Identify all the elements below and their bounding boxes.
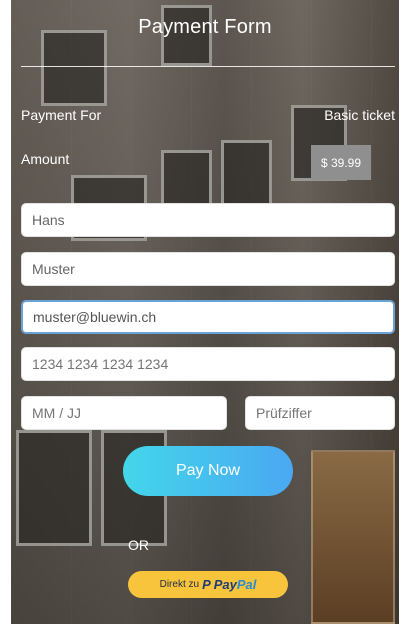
last-name-input[interactable] <box>21 252 395 286</box>
payment-form-panel: Payment Form Payment For Basic ticket Am… <box>11 0 399 624</box>
payment-for-value: Basic ticket <box>324 107 395 123</box>
background-window <box>41 30 107 106</box>
expiry-input[interactable] <box>21 396 227 430</box>
pay-now-button[interactable]: Pay Now <box>123 446 293 496</box>
title-divider <box>21 66 395 67</box>
paypal-icon: P <box>202 577 211 592</box>
background-window <box>161 150 212 211</box>
background-window <box>221 140 272 206</box>
cvc-input[interactable] <box>245 396 395 430</box>
page-title: Payment Form <box>138 16 272 38</box>
first-name-input[interactable] <box>21 203 395 237</box>
paypal-button[interactable]: Direkt zu P PayPal <box>128 571 288 598</box>
card-number-input[interactable] <box>21 347 395 381</box>
background-door <box>311 450 395 624</box>
or-separator: OR <box>128 537 149 553</box>
email-input[interactable] <box>21 300 395 334</box>
background-window <box>16 430 92 546</box>
paypal-prefix: Direkt zu <box>159 579 200 590</box>
amount-value: $ 39.99 <box>311 145 371 180</box>
paypal-logo-pal: Pal <box>236 577 257 592</box>
amount-label: Amount <box>21 151 70 167</box>
paypal-logo: PayPal <box>214 577 257 592</box>
payment-for-label: Payment For <box>21 107 102 123</box>
paypal-logo-pay: Pay <box>213 577 237 592</box>
